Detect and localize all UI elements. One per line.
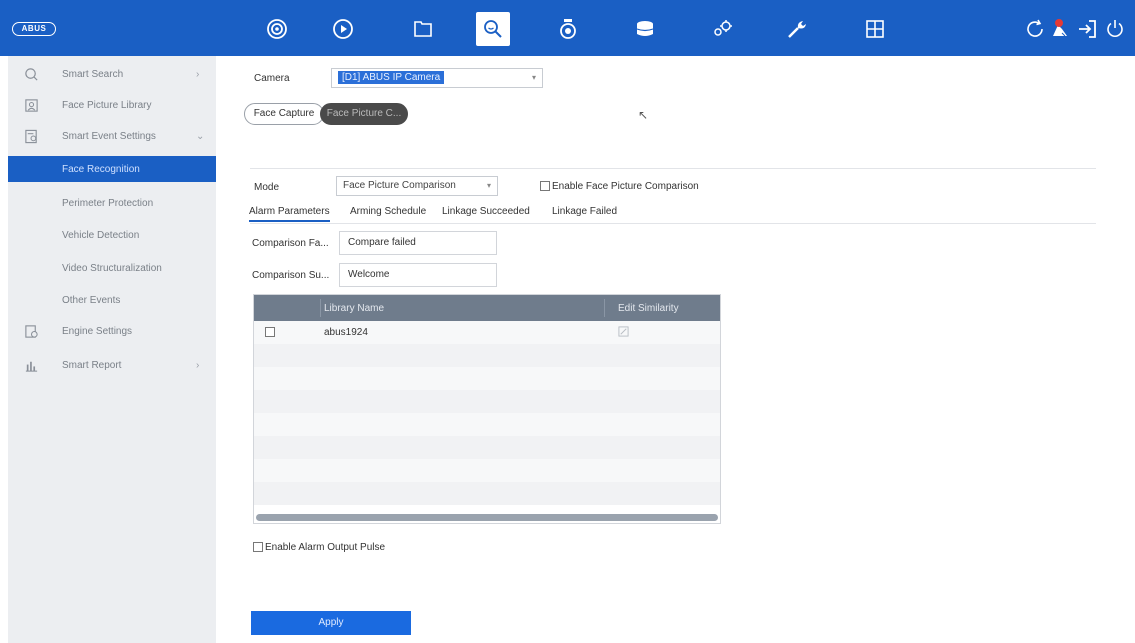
- sidebar-item-label: Video Structuralization: [62, 262, 162, 274]
- sidebar-item-label: Smart Report: [62, 359, 122, 371]
- camera-label: Camera: [254, 73, 290, 84]
- power-icon[interactable]: [1100, 14, 1130, 44]
- chevron-down-icon: ▾: [531, 73, 536, 82]
- tab-arming-schedule[interactable]: Arming Schedule: [350, 206, 426, 217]
- comparison-success-input[interactable]: Welcome: [339, 263, 497, 287]
- column-edit-similarity: Edit Similarity: [618, 303, 679, 314]
- chevron-right-icon: ›: [196, 359, 200, 371]
- table-header: Library Name Edit Similarity: [254, 295, 720, 321]
- sidebar: Smart Search › Face Picture Library Smar…: [8, 56, 216, 643]
- logout-icon[interactable]: [1072, 14, 1102, 44]
- search-icon: [22, 65, 40, 83]
- settings-icon[interactable]: [707, 14, 737, 44]
- sidebar-item-label: Smart Event Settings: [62, 130, 156, 142]
- sidebar-item-other-events[interactable]: Other Events: [8, 287, 216, 313]
- tab-face-picture-comparison[interactable]: Face Picture C...: [320, 103, 408, 125]
- top-navigation-bar: ABUS: [0, 0, 1135, 56]
- layout-icon[interactable]: [860, 14, 890, 44]
- tab-alarm-parameters[interactable]: Alarm Parameters: [249, 206, 330, 222]
- sidebar-item-smart-report[interactable]: Smart Report ›: [8, 352, 216, 378]
- table-row-empty: [254, 436, 720, 459]
- face-library-icon: [22, 96, 40, 114]
- chevron-right-icon: ›: [196, 68, 200, 80]
- alarm-icon[interactable]: [1045, 14, 1075, 44]
- tab-linkage-failed[interactable]: Linkage Failed: [552, 206, 617, 217]
- table-row-empty: [254, 344, 720, 367]
- camera-value: [D1] ABUS IP Camera: [338, 71, 445, 84]
- file-icon[interactable]: [408, 14, 438, 44]
- section-divider: [250, 168, 1096, 169]
- table-row[interactable]: abus1924: [254, 321, 720, 344]
- enable-alarm-output-checkbox[interactable]: Enable Alarm Output Pulse: [253, 542, 385, 553]
- table-row-empty: [254, 413, 720, 436]
- edit-icon[interactable]: [618, 326, 629, 340]
- table-row-empty: [254, 482, 720, 505]
- column-separator: [604, 299, 605, 317]
- library-name-cell: abus1924: [324, 327, 368, 338]
- horizontal-scrollbar[interactable]: [256, 514, 718, 521]
- apply-button[interactable]: Apply: [251, 611, 411, 635]
- enable-alarm-output-label: Enable Alarm Output Pulse: [265, 542, 386, 553]
- engine-icon: [22, 322, 40, 340]
- column-separator: [320, 299, 321, 317]
- sidebar-item-label: Other Events: [62, 294, 121, 306]
- sidebar-item-label: Smart Search: [62, 68, 124, 80]
- column-library-name: Library Name: [324, 303, 385, 314]
- enable-comparison-checkbox[interactable]: Enable Face Picture Comparison: [540, 181, 699, 192]
- main-content: Camera [D1] ABUS IP Camera ▾ Face Captur…: [216, 56, 1135, 643]
- comparison-failed-label: Comparison Fa...: [252, 238, 329, 249]
- table-row-empty: [254, 367, 720, 390]
- playback-icon[interactable]: [328, 14, 358, 44]
- comparison-failed-input[interactable]: Compare failed: [339, 231, 497, 255]
- comparison-success-label: Comparison Su...: [252, 270, 330, 281]
- sidebar-item-perimeter-protection[interactable]: Perimeter Protection: [8, 190, 216, 216]
- abus-logo: ABUS: [12, 22, 56, 36]
- sidebar-item-label: Face Picture Library: [62, 99, 152, 111]
- camera-icon[interactable]: [553, 14, 583, 44]
- sidebar-item-label: Engine Settings: [62, 325, 133, 337]
- live-view-icon[interactable]: [262, 14, 292, 44]
- checkbox[interactable]: [253, 542, 263, 553]
- storage-icon[interactable]: [630, 14, 660, 44]
- row-checkbox[interactable]: [265, 327, 275, 337]
- sidebar-item-label: Perimeter Protection: [62, 197, 154, 209]
- checkbox[interactable]: [540, 181, 550, 192]
- chevron-down-icon: ▾: [486, 181, 491, 190]
- sidebar-item-smart-event-settings[interactable]: Smart Event Settings ⌄: [8, 123, 216, 149]
- event-settings-icon: [22, 127, 40, 145]
- mode-value: Face Picture Comparison: [343, 180, 456, 191]
- sidebar-item-face-picture-library[interactable]: Face Picture Library: [8, 92, 216, 118]
- tab-face-capture[interactable]: Face Capture: [244, 103, 324, 125]
- tab-divider: [250, 223, 1096, 224]
- report-icon: [22, 356, 40, 374]
- mouse-cursor-icon: ↖: [638, 108, 649, 122]
- table-row-empty: [254, 390, 720, 413]
- smart-search-icon[interactable]: [476, 12, 510, 46]
- sidebar-item-face-recognition[interactable]: Face Recognition: [8, 156, 216, 182]
- maintenance-icon[interactable]: [782, 14, 812, 44]
- sidebar-item-engine-settings[interactable]: Engine Settings: [8, 318, 216, 344]
- table-body: abus1924: [254, 321, 720, 505]
- library-table: Library Name Edit Similarity abus1924: [253, 294, 721, 524]
- chevron-down-icon: ⌄: [196, 130, 205, 142]
- sidebar-item-vehicle-detection[interactable]: Vehicle Detection: [8, 222, 216, 248]
- tab-linkage-succeeded[interactable]: Linkage Succeeded: [442, 206, 530, 217]
- mode-select[interactable]: Face Picture Comparison ▾: [336, 176, 498, 196]
- enable-comparison-label: Enable Face Picture Comparison: [552, 181, 699, 192]
- mode-label: Mode: [254, 182, 280, 193]
- sidebar-item-label: Vehicle Detection: [62, 229, 140, 241]
- sidebar-item-video-structuralization[interactable]: Video Structuralization: [8, 255, 216, 281]
- sidebar-item-smart-search[interactable]: Smart Search ›: [8, 61, 216, 87]
- sidebar-item-label: Face Recognition: [62, 163, 140, 175]
- camera-select[interactable]: [D1] ABUS IP Camera ▾: [331, 68, 543, 88]
- table-row-empty: [254, 459, 720, 482]
